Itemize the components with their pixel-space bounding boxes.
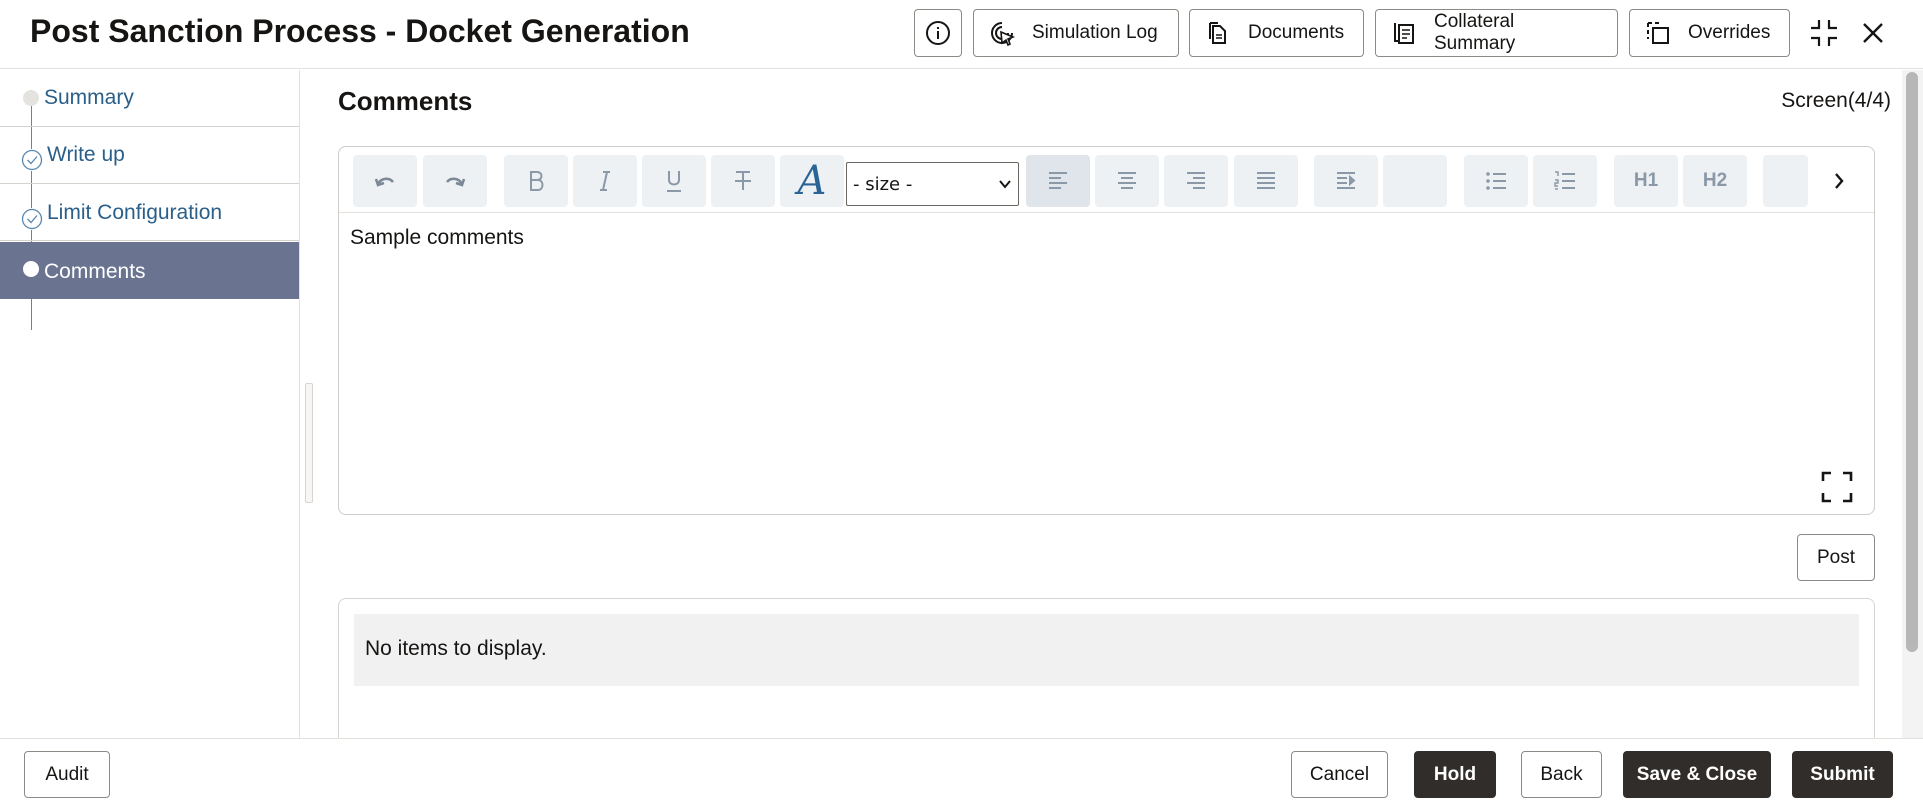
align-left-icon [1049, 172, 1067, 189]
italic-button[interactable] [573, 155, 637, 207]
heading2-button[interactable]: H2 [1683, 155, 1747, 207]
numbered-list-button[interactable] [1533, 155, 1597, 207]
align-right-button[interactable] [1164, 155, 1228, 207]
more-icon [1835, 173, 1844, 189]
hold-button[interactable]: Hold [1414, 751, 1496, 798]
nav-step-comments[interactable]: Comments [0, 242, 299, 299]
documents-label: Documents [1248, 22, 1345, 43]
info-button[interactable] [914, 9, 962, 57]
post-button[interactable]: Post [1797, 534, 1875, 581]
collateral-summary-icon [1394, 23, 1414, 44]
collapse-button[interactable] [1805, 14, 1843, 52]
redo-button[interactable] [423, 155, 487, 207]
bold-icon [530, 171, 544, 191]
nav-step-label: Write up [47, 143, 125, 166]
back-button[interactable]: Back [1521, 751, 1602, 798]
heading1-button[interactable]: H1 [1614, 155, 1678, 207]
rich-text-editor: A - size - H1 H2 Sample comments [338, 146, 1875, 515]
simulation-cursor-icon [991, 22, 1016, 47]
empty-state: No items to display. [354, 614, 1859, 686]
nav-step-label: Summary [44, 86, 134, 109]
overrides-label: Overrides [1688, 22, 1771, 43]
panel-resize-handle[interactable] [305, 383, 313, 503]
scrollbar-thumb[interactable] [1906, 72, 1918, 652]
bullet-list-button[interactable] [1464, 155, 1528, 207]
completed-check-icon [21, 208, 43, 230]
numbered-list-icon [1554, 171, 1575, 190]
strikethrough-button[interactable] [711, 155, 775, 207]
completed-check-icon [21, 149, 43, 171]
collapse-icon [1811, 20, 1837, 46]
collateral-summary-button[interactable]: Collateral Summary [1375, 9, 1618, 57]
heading1-icon: H1 [1633, 170, 1659, 191]
justify-button[interactable] [1234, 155, 1298, 207]
indent-button[interactable] [1314, 155, 1378, 207]
underline-button[interactable] [642, 155, 706, 207]
editor-content[interactable]: Sample comments [350, 226, 524, 250]
fullscreen-icon[interactable] [1820, 470, 1854, 504]
outdent-button[interactable] [1383, 155, 1447, 207]
undo-button[interactable] [353, 155, 417, 207]
nav-step-label: Limit Configuration [47, 201, 223, 224]
align-center-button[interactable] [1095, 155, 1159, 207]
nav-step-label: Comments [44, 260, 146, 283]
documents-button[interactable]: Documents [1189, 9, 1364, 57]
align-center-icon [1118, 172, 1136, 189]
font-size-select[interactable]: - size - [846, 162, 1019, 206]
justify-icon [1257, 172, 1275, 189]
simulation-log-label: Simulation Log [1032, 22, 1158, 43]
font-color-button[interactable]: A [780, 155, 844, 207]
submit-button[interactable]: Submit [1792, 751, 1893, 798]
pending-step-icon [23, 90, 39, 106]
overrides-icon [1647, 22, 1669, 44]
active-step-icon [23, 261, 39, 277]
page-title: Post Sanction Process - Docket Generatio… [30, 13, 690, 49]
screen-indicator: Screen(4/4) [1781, 89, 1891, 112]
close-icon [1863, 23, 1883, 43]
section-title: Comments [338, 86, 473, 116]
empty-message: No items to display. [365, 637, 547, 660]
audit-button[interactable]: Audit [24, 751, 110, 798]
nav-step-summary[interactable]: Summary [0, 70, 299, 127]
header-bar: Post Sanction Process - Docket Generatio… [0, 0, 1923, 69]
train-navigation: Summary Write up Limit Configuration Com… [0, 70, 300, 738]
align-left-button[interactable] [1026, 155, 1090, 207]
chevron-down-icon [999, 180, 1011, 189]
vertical-scrollbar[interactable] [1902, 70, 1923, 738]
nav-step-write-up[interactable]: Write up [0, 127, 299, 184]
comments-list: No items to display. [338, 598, 1875, 738]
collateral-summary-label: Collateral Summary [1434, 11, 1516, 54]
bold-button[interactable] [504, 155, 568, 207]
align-right-icon [1187, 172, 1205, 189]
editor-toolbar: A - size - H1 H2 [339, 147, 1874, 213]
simulation-log-button[interactable]: Simulation Log [973, 9, 1179, 57]
heading2-icon: H2 [1702, 170, 1728, 191]
info-icon [926, 21, 950, 45]
undo-icon [374, 177, 395, 187]
save-close-button[interactable]: Save & Close [1623, 751, 1771, 798]
cancel-button[interactable]: Cancel [1291, 751, 1388, 798]
underline-icon [667, 171, 681, 192]
nav-step-limit-configuration[interactable]: Limit Configuration [0, 184, 299, 241]
redo-icon [445, 177, 466, 187]
font-size-value: - size - [853, 173, 913, 195]
strikethrough-icon [735, 171, 751, 190]
toolbar-overflow-item[interactable] [1763, 155, 1808, 207]
close-button[interactable] [1854, 14, 1892, 52]
indent-icon [1337, 172, 1356, 189]
italic-icon [600, 171, 610, 191]
more-tools-button[interactable] [1815, 155, 1863, 207]
font-color-icon: A [797, 158, 827, 204]
footer-bar: Audit Cancel Hold Back Save & Close Subm… [0, 738, 1923, 807]
overrides-button[interactable]: Overrides [1629, 9, 1790, 57]
bullet-list-icon [1486, 172, 1506, 190]
documents-icon [1209, 22, 1226, 44]
